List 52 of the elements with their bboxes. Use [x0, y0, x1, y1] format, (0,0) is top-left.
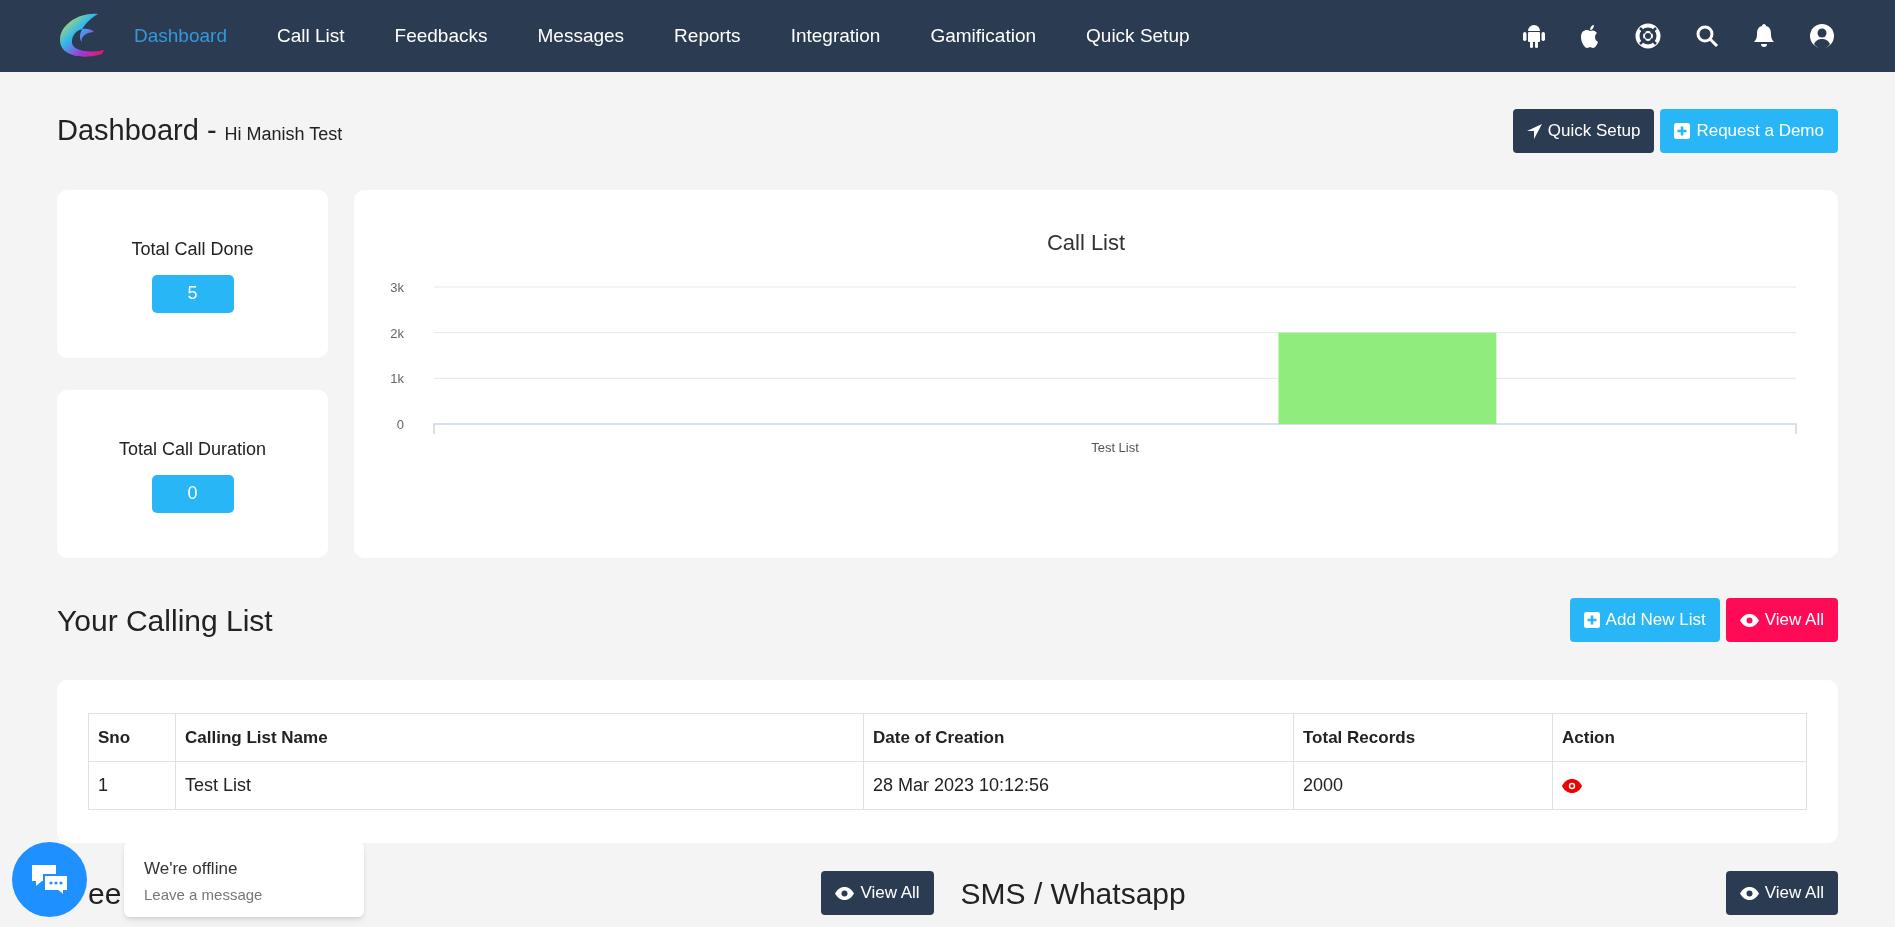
stat-value: 5 [151, 274, 234, 313]
bell-icon[interactable] [1753, 23, 1775, 49]
eye-icon [835, 886, 855, 900]
eye-icon [1739, 613, 1759, 627]
page-title: Dashboard - [57, 113, 217, 149]
chat-subtitle: Leave a message [144, 884, 264, 905]
section-title: Your Calling List [57, 602, 273, 639]
axis-tick-label: 2k [390, 325, 404, 341]
android-icon[interactable] [1523, 23, 1545, 49]
nav-link[interactable]: Quick Setup [1086, 21, 1190, 51]
lifebuoy-icon[interactable] [1635, 23, 1661, 49]
column-header: Date of Creation [863, 713, 1294, 762]
nav-link[interactable]: Messages [537, 21, 625, 51]
table-cell: Test List [175, 761, 864, 810]
nav-link[interactable]: Dashboard [134, 21, 227, 51]
nav-link[interactable]: Call List [276, 21, 345, 51]
search-icon[interactable] [1695, 24, 1719, 48]
table-cell: 2000 [1293, 761, 1553, 810]
table-cell: 1 [88, 761, 176, 810]
chat-icon [29, 862, 70, 897]
plus-square-icon [1674, 123, 1691, 139]
axis-tick-label: 3k [390, 280, 404, 295]
nav-link[interactable]: Feedbacks [394, 21, 488, 51]
axis-tick-label: 1k [390, 371, 404, 387]
user-icon[interactable] [1809, 23, 1835, 49]
quick-setup-button[interactable]: Quick Setup [1512, 109, 1655, 153]
nav-link[interactable]: Reports [674, 21, 741, 51]
chart-title: Call List [1046, 230, 1126, 255]
section-title: ee [88, 875, 122, 912]
view-all-button[interactable]: View All [821, 871, 934, 915]
stat-value: 0 [151, 474, 234, 513]
view-icon[interactable] [1562, 778, 1582, 793]
axis-tick-label: 0 [396, 417, 404, 432]
column-header: Action [1552, 713, 1807, 762]
view-all-button[interactable]: View All [1725, 871, 1838, 915]
nav-link[interactable]: Integration [790, 21, 881, 51]
stat-label: Total Call Done [131, 237, 254, 261]
column-header: Sno [88, 713, 176, 762]
table-cell: 28 Mar 2023 10:12:56 [863, 761, 1294, 810]
axis-category-label: Test List [1091, 440, 1139, 455]
section-title: SMS / Whatsapp [960, 875, 1186, 912]
greeting-text: Hi Manish Test [224, 123, 343, 147]
column-header: Total Records [1293, 713, 1553, 762]
view-all-button[interactable]: View All [1725, 598, 1838, 642]
column-header: Calling List Name [175, 713, 864, 762]
chat-status-text: We're offline [144, 858, 239, 880]
plus-square-icon [1583, 612, 1600, 628]
location-arrow-icon [1526, 123, 1542, 139]
apple-icon[interactable] [1579, 23, 1601, 49]
stat-label: Total Call Duration [118, 437, 267, 461]
nav-link[interactable]: Gamification [930, 21, 1037, 51]
eye-icon [1739, 886, 1759, 900]
